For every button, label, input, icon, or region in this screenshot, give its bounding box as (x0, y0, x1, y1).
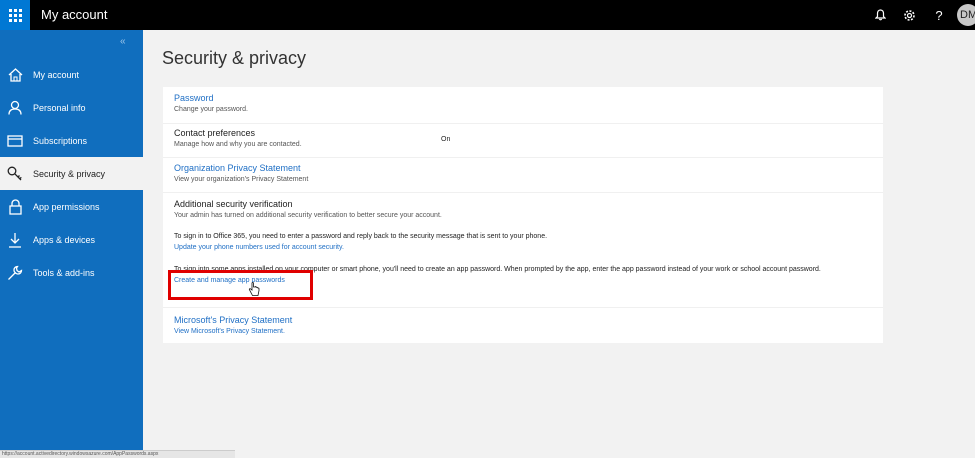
sidebar-item-security-privacy[interactable]: Security & privacy (0, 157, 143, 190)
top-bar: My account ? DM (0, 0, 975, 30)
settings-card: Password Change your password. Contact p… (163, 87, 883, 343)
divider (163, 307, 883, 308)
home-icon (7, 67, 23, 83)
sidebar-nav: « My account Personal info Subscriptions… (0, 30, 143, 458)
waffle-icon[interactable] (0, 0, 30, 30)
collapse-icon[interactable]: « (120, 36, 126, 47)
status-bar-url: https://account.activedirectory.windowsa… (0, 450, 235, 458)
signin-instructions: To sign in to Office 365, you need to en… (174, 233, 548, 240)
ms-privacy-link[interactable]: Microsoft's Privacy Statement (174, 315, 292, 325)
sidebar-item-subscriptions[interactable]: Subscriptions (0, 124, 143, 157)
contact-preferences-desc: Manage how and why you are contacted. (174, 141, 302, 148)
sidebar-item-label: Security & privacy (33, 168, 106, 179)
sidebar-item-app-permissions[interactable]: App permissions (0, 190, 143, 223)
lock-icon (7, 198, 23, 215)
person-icon (7, 100, 23, 116)
divider (163, 192, 883, 193)
avatar[interactable]: DM (957, 4, 975, 26)
contact-status: On (441, 136, 451, 143)
divider (163, 157, 883, 158)
gear-icon[interactable] (900, 6, 918, 24)
sidebar-item-label: Tools & add-ins (33, 267, 95, 278)
bell-icon[interactable] (871, 6, 889, 24)
ms-privacy-section: Microsoft's Privacy Statement View Micro… (174, 315, 292, 335)
wrench-icon (7, 265, 23, 281)
org-privacy-section: Organization Privacy Statement View your… (174, 163, 308, 183)
security-verification-title: Additional security verification (174, 199, 293, 209)
page-title: Security & privacy (162, 48, 307, 68)
divider (163, 123, 883, 124)
sidebar-item-apps-devices[interactable]: Apps & devices (0, 223, 143, 256)
sidebar-item-label: My account (33, 69, 80, 80)
key-icon (7, 166, 23, 182)
sidebar-item-tools-addins[interactable]: Tools & add-ins (0, 256, 143, 289)
org-privacy-link[interactable]: Organization Privacy Statement (174, 163, 308, 173)
sidebar-item-label: App permissions (33, 201, 100, 212)
app-title[interactable]: My account (41, 7, 107, 22)
sidebar-item-my-account[interactable]: My account (0, 58, 143, 91)
help-icon[interactable]: ? (930, 6, 948, 24)
download-icon (7, 232, 23, 248)
security-verification-desc: Your admin has turned on additional secu… (174, 212, 442, 219)
sidebar-item-label: Subscriptions (33, 135, 88, 146)
highlight-box (168, 270, 313, 300)
sidebar-item-personal-info[interactable]: Personal info (0, 91, 143, 124)
contact-preferences-title: Contact preferences (174, 128, 256, 138)
contact-preferences-section[interactable]: Contact preferences Manage how and why y… (174, 128, 302, 148)
password-section: Password Change your password. (174, 93, 248, 113)
card-icon (7, 133, 23, 149)
password-link[interactable]: Password (174, 93, 248, 103)
update-phone-link[interactable]: Update your phone numbers used for accou… (174, 244, 879, 251)
sidebar-item-label: Personal info (33, 102, 86, 113)
main-content: Security & privacy Password Change your … (143, 30, 975, 458)
password-desc: Change your password. (174, 106, 248, 113)
hand-cursor-icon (248, 282, 260, 300)
ms-privacy-desc-link[interactable]: View Microsoft's Privacy Statement. (174, 328, 292, 335)
org-privacy-desc: View your organization's Privacy Stateme… (174, 176, 309, 183)
sidebar-item-label: Apps & devices (33, 234, 96, 245)
